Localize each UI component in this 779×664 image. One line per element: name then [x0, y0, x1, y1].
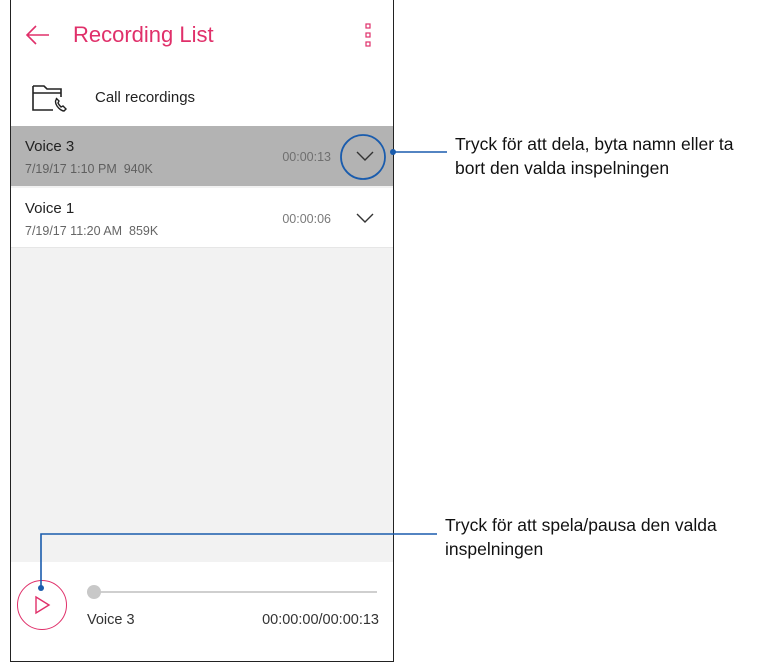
- play-callout-text: Tryck för att spela/pausa den valda insp…: [445, 513, 717, 561]
- play-callout-line: [40, 533, 437, 588]
- callout-line: Tryck för att dela, byta namn eller ta: [455, 134, 734, 154]
- expand-callout-text: Tryck för att dela, byta namn eller ta b…: [455, 132, 734, 180]
- callout-line: inspelningen: [445, 539, 544, 559]
- expand-highlight-circle: [340, 134, 386, 180]
- callout-lines: [38, 134, 447, 591]
- callout-line: bort den valda inspelningen: [455, 158, 670, 178]
- callout-line: Tryck för att spela/pausa den valda: [445, 515, 717, 535]
